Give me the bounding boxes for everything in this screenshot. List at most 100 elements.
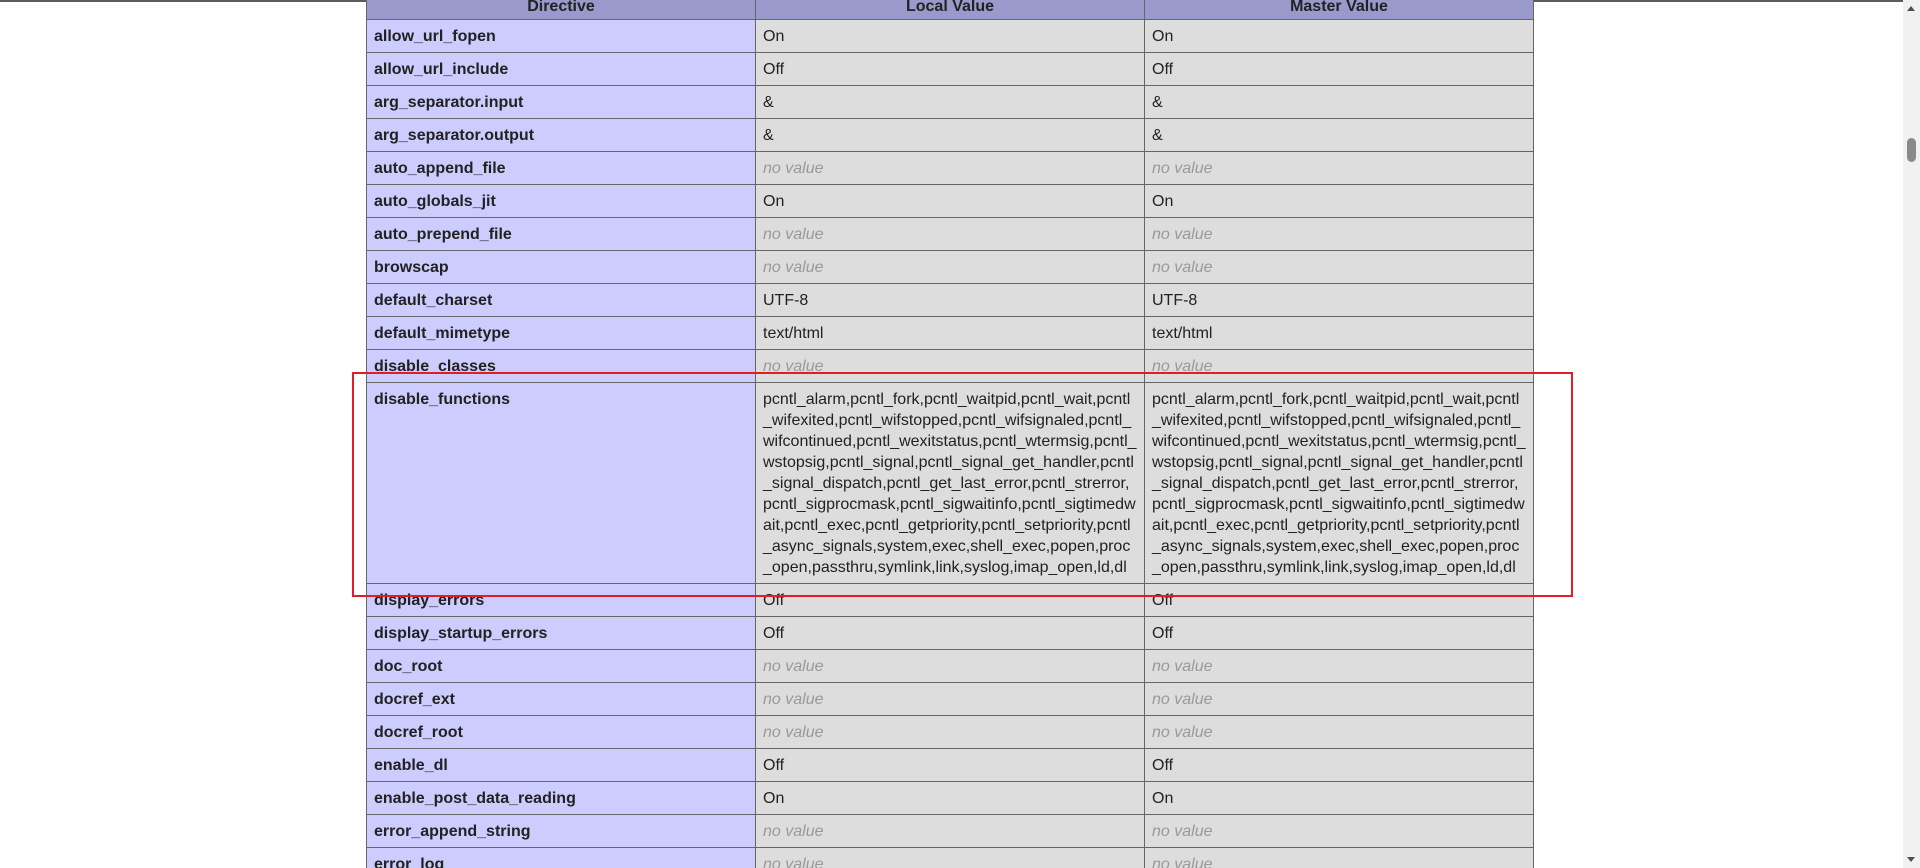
local-value-cell: On [755,781,1145,815]
directive-name-cell: arg_separator.input [366,85,756,119]
master-value-cell: On [1144,781,1534,815]
table-row: arg_separator.input & & [366,85,1534,119]
directive-name-cell: arg_separator.output [366,118,756,152]
local-value-cell: & [755,85,1145,119]
table-row: arg_separator.output & & [366,118,1534,152]
local-value-cell: no value [755,814,1145,848]
local-value-cell: & [755,118,1145,152]
local-value-cell: On [755,19,1145,53]
directive-name-cell: auto_append_file [366,151,756,185]
table-row: default_charset UTF-8 UTF-8 [366,283,1534,317]
page: Directive Local Value Master Value allow… [0,0,1920,868]
directive-name-cell: display_errors [366,583,756,617]
header-master-value: Master Value [1144,0,1534,20]
master-value-cell: no value [1144,250,1534,284]
local-value-cell: no value [755,349,1145,383]
directive-name-cell: docref_root [366,715,756,749]
vertical-scrollbar[interactable] [1903,0,1920,868]
table-row: disable_classes no value no value [366,349,1534,383]
no-value-text: no value [1152,724,1213,741]
master-value-cell: text/html [1144,316,1534,350]
header-local-value: Local Value [755,0,1145,20]
header-directive: Directive [366,0,756,20]
no-value-text: no value [1152,160,1213,177]
local-value-cell: no value [755,715,1145,749]
no-value-text: no value [763,259,824,276]
directive-name-cell: browscap [366,250,756,284]
master-value-cell: no value [1144,715,1534,749]
no-value-text: no value [1152,856,1213,868]
table-row: disable_functions pcntl_alarm,pcntl_fork,… [366,382,1534,584]
table-row: doc_root no value no value [366,649,1534,683]
directive-name-cell: allow_url_fopen [366,19,756,53]
master-value-cell: Off [1144,748,1534,782]
directive-name-cell: enable_dl [366,748,756,782]
directive-name-cell: allow_url_include [366,52,756,86]
directive-name-cell: docref_ext [366,682,756,716]
table-row: allow_url_include Off Off [366,52,1534,86]
local-value-cell: no value [755,151,1145,185]
directive-name-cell: enable_post_data_reading [366,781,756,815]
local-value-cell: no value [755,250,1145,284]
table-body: allow_url_fopen On On allow_url_include Off O… [366,19,1534,868]
table-row: docref_ext no value no value [366,682,1534,716]
master-value-cell: no value [1144,682,1534,716]
master-value-cell: Off [1144,616,1534,650]
table-row: auto_globals_jit On On [366,184,1534,218]
local-value-cell: pcntl_alarm,pcntl_fork,pcntl_waitpid,pcn… [755,382,1145,584]
master-value-cell: Off [1144,583,1534,617]
directive-name-cell: auto_globals_jit [366,184,756,218]
no-value-text: no value [763,724,824,741]
local-value-cell: text/html [755,316,1145,350]
no-value-text: no value [763,823,824,840]
master-value-cell: On [1144,184,1534,218]
header-row: Directive Local Value Master Value [366,0,1534,20]
directive-name-cell: disable_functions [366,382,756,584]
master-value-cell: no value [1144,847,1534,868]
local-value-cell: no value [755,847,1145,868]
scroll-down-arrow-icon[interactable] [1907,857,1915,862]
directive-name-cell: default_charset [366,283,756,317]
table-row: auto_append_file no value no value [366,151,1534,185]
table-row: enable_post_data_reading On On [366,781,1534,815]
master-value-cell: no value [1144,217,1534,251]
table-row: auto_prepend_file no value no value [366,217,1534,251]
directive-name-cell: error_log [366,847,756,868]
local-value-cell: UTF-8 [755,283,1145,317]
no-value-text: no value [763,691,824,708]
directive-name-cell: display_startup_errors [366,616,756,650]
table-row: default_mimetype text/html text/html [366,316,1534,350]
master-value-cell: On [1144,19,1534,53]
master-value-cell: Off [1144,52,1534,86]
no-value-text: no value [763,658,824,675]
table-header: Directive Local Value Master Value [366,0,1534,20]
table-row: display_startup_errors Off Off [366,616,1534,650]
master-value-cell: pcntl_alarm,pcntl_fork,pcntl_waitpid,pcn… [1144,382,1534,584]
table-row: browscap no value no value [366,250,1534,284]
no-value-text: no value [1152,259,1213,276]
table-row: docref_root no value no value [366,715,1534,749]
no-value-text: no value [763,226,824,243]
table-row: error_log no value no value [366,847,1534,868]
table-row: error_append_string no value no value [366,814,1534,848]
directive-name-cell: disable_classes [366,349,756,383]
scroll-up-arrow-icon[interactable] [1907,6,1915,11]
master-value-cell: no value [1144,151,1534,185]
directive-name-cell: auto_prepend_file [366,217,756,251]
local-value-cell: On [755,184,1145,218]
local-value-cell: no value [755,649,1145,683]
php-ini-directives-table: Directive Local Value Master Value allow… [366,0,1534,868]
master-value-cell: no value [1144,349,1534,383]
directive-name-cell: error_append_string [366,814,756,848]
directive-name-cell: default_mimetype [366,316,756,350]
local-value-cell: Off [755,52,1145,86]
table-row: allow_url_fopen On On [366,19,1534,53]
no-value-text: no value [763,160,824,177]
master-value-cell: no value [1144,649,1534,683]
table-row: enable_dl Off Off [366,748,1534,782]
scrollbar-thumb[interactable] [1907,138,1916,162]
master-value-cell: UTF-8 [1144,283,1534,317]
no-value-text: no value [1152,658,1213,675]
no-value-text: no value [763,856,824,868]
table-row: display_errors Off Off [366,583,1534,617]
